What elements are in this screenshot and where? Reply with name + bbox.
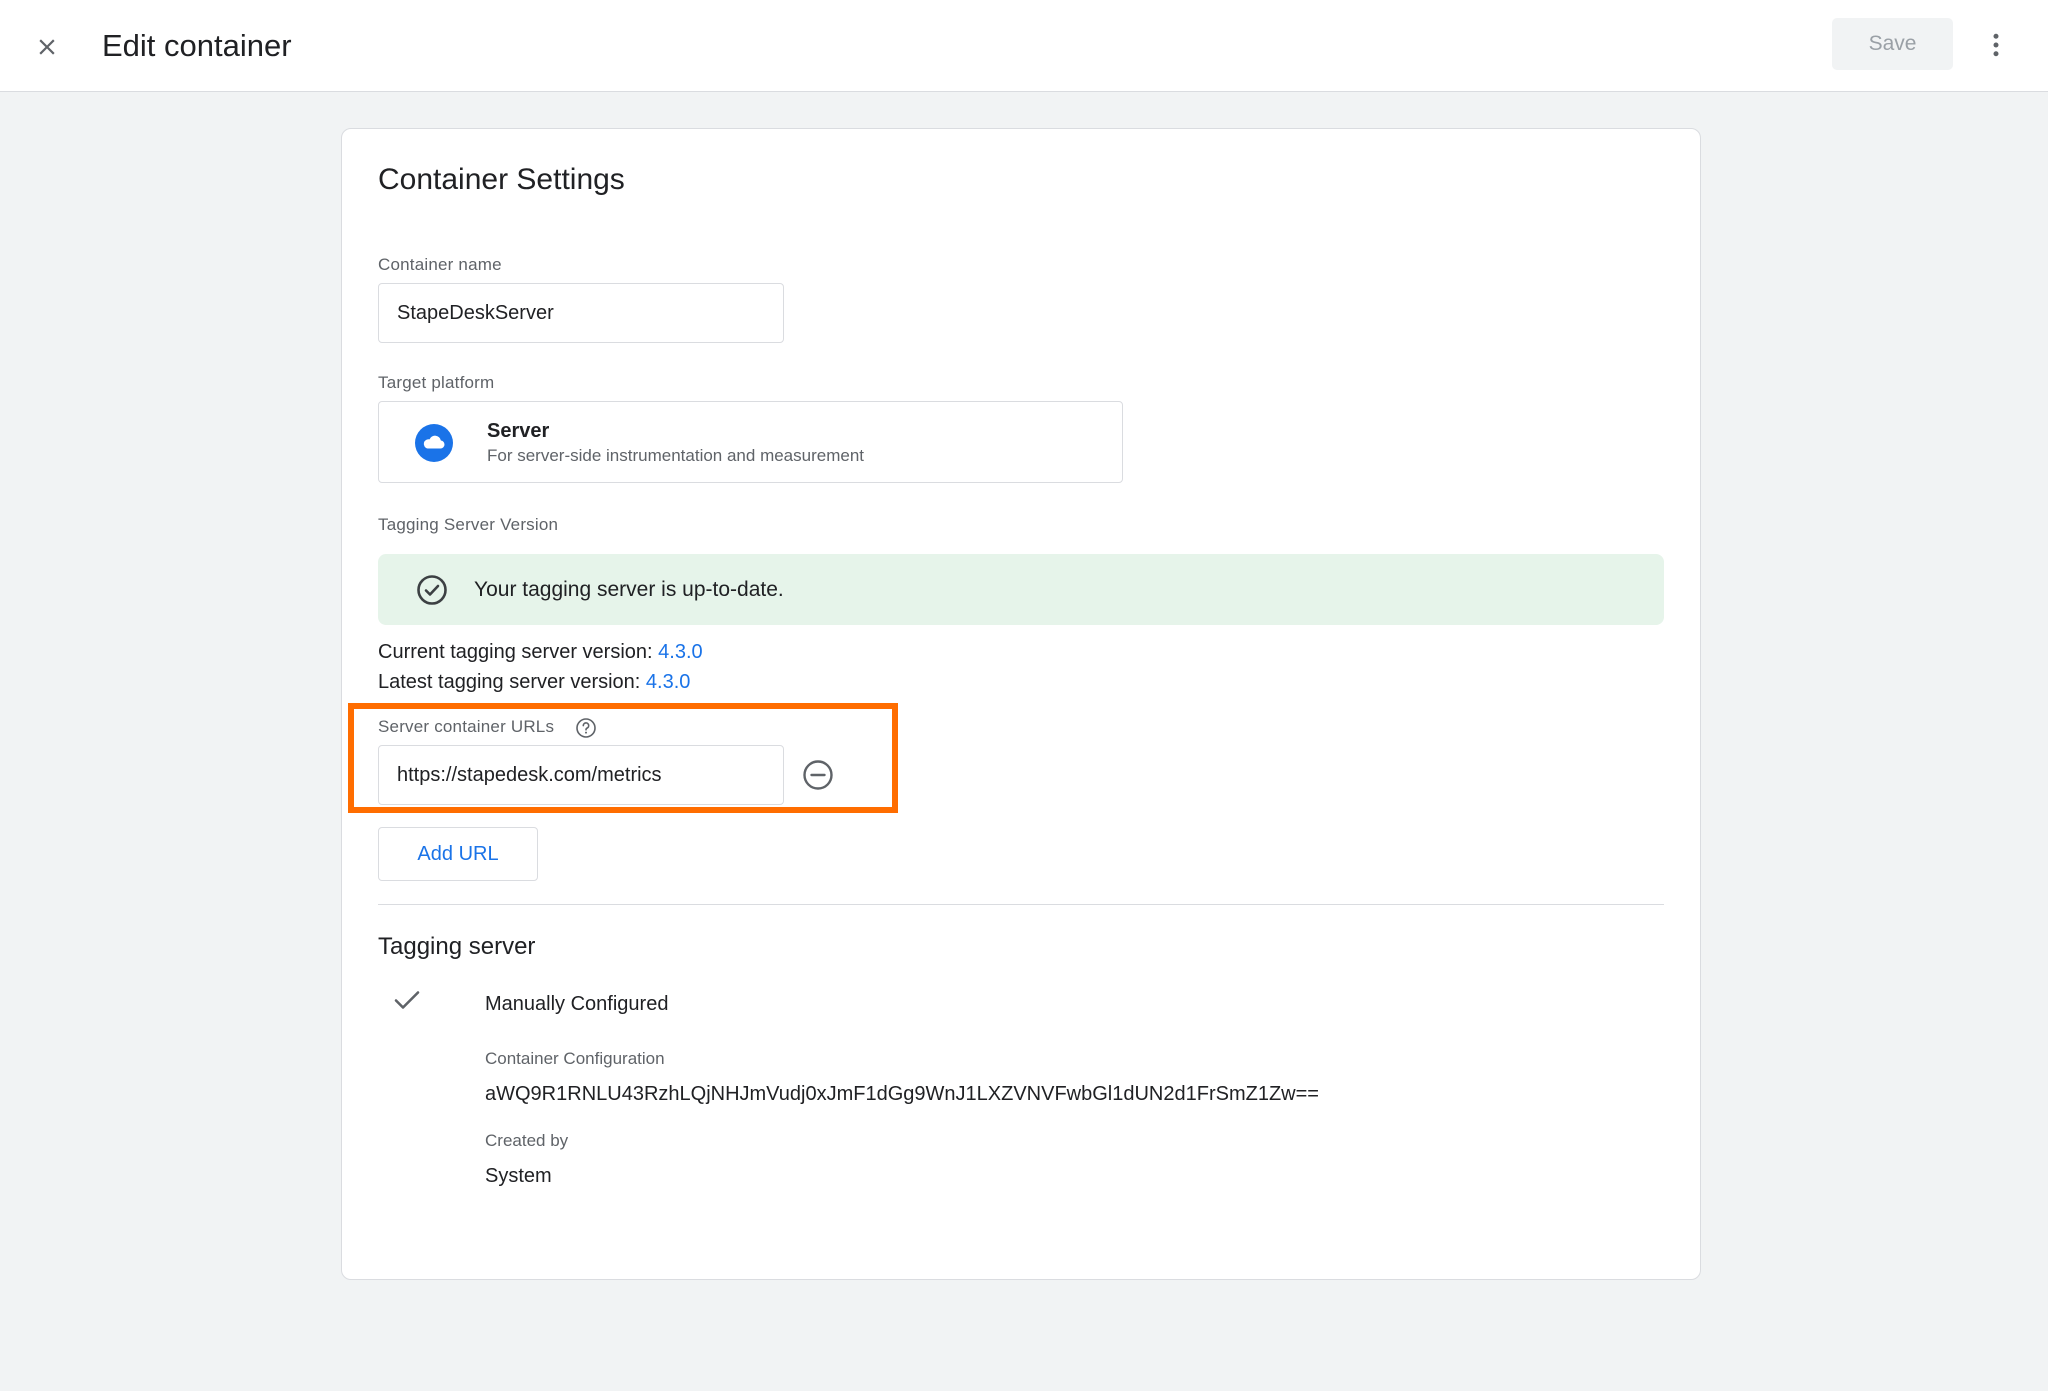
- container-name-label: Container name: [378, 255, 502, 274]
- close-button[interactable]: [26, 26, 68, 68]
- container-configuration-label: Container Configuration: [485, 1049, 665, 1068]
- target-platform-option[interactable]: Server For server-side instrumentation a…: [378, 401, 1123, 483]
- container-configuration-value: aWQ9R1RNLU43RzhLQjNHJmVudj0xJmF1dGg9WnJ1…: [485, 1083, 1319, 1105]
- page-title: Edit container: [102, 28, 292, 63]
- current-version-link[interactable]: 4.3.0: [658, 641, 702, 663]
- check-icon: [394, 991, 420, 1009]
- tagging-server-version-label: Tagging Server Version: [378, 515, 559, 534]
- current-version-label: Current tagging server version:: [378, 641, 659, 663]
- save-button[interactable]: Save: [1832, 18, 1953, 70]
- check-circle-icon: [417, 575, 447, 605]
- platform-description: For server-side instrumentation and meas…: [487, 446, 864, 465]
- status-banner: Your tagging server is up-to-date.: [378, 554, 1664, 625]
- created-by-value: System: [485, 1165, 552, 1187]
- platform-name: Server: [487, 420, 550, 442]
- card-title: Container Settings: [378, 163, 625, 196]
- more-vert-icon: [1993, 33, 1999, 57]
- configuration-mode: Manually Configured: [485, 993, 669, 1015]
- section-divider: [378, 904, 1664, 905]
- latest-version-label: Latest tagging server version:: [378, 671, 646, 693]
- server-url-input[interactable]: https://stapedesk.com/metrics: [378, 745, 784, 805]
- tagging-server-title: Tagging server: [378, 933, 536, 960]
- top-app-bar: Edit container Save: [0, 0, 2048, 92]
- add-url-button[interactable]: Add URL: [378, 827, 538, 881]
- current-version-line: Current tagging server version: 4.3.0: [378, 641, 703, 664]
- help-icon[interactable]: [575, 717, 597, 739]
- target-platform-label: Target platform: [378, 373, 495, 392]
- remove-circle-icon[interactable]: [801, 758, 835, 792]
- container-settings-card: Container Settings Container name StapeD…: [341, 128, 1701, 1280]
- close-icon: [39, 39, 55, 55]
- latest-version-line: Latest tagging server version: 4.3.0: [378, 671, 690, 694]
- cloud-icon: [415, 424, 453, 462]
- created-by-label: Created by: [485, 1131, 569, 1150]
- server-urls-label: Server container URLs: [378, 717, 555, 736]
- container-name-input[interactable]: StapeDeskServer: [378, 283, 784, 343]
- status-text: Your tagging server is up-to-date.: [474, 578, 784, 601]
- more-options-button[interactable]: [1976, 24, 2016, 66]
- latest-version-link[interactable]: 4.3.0: [646, 671, 690, 693]
